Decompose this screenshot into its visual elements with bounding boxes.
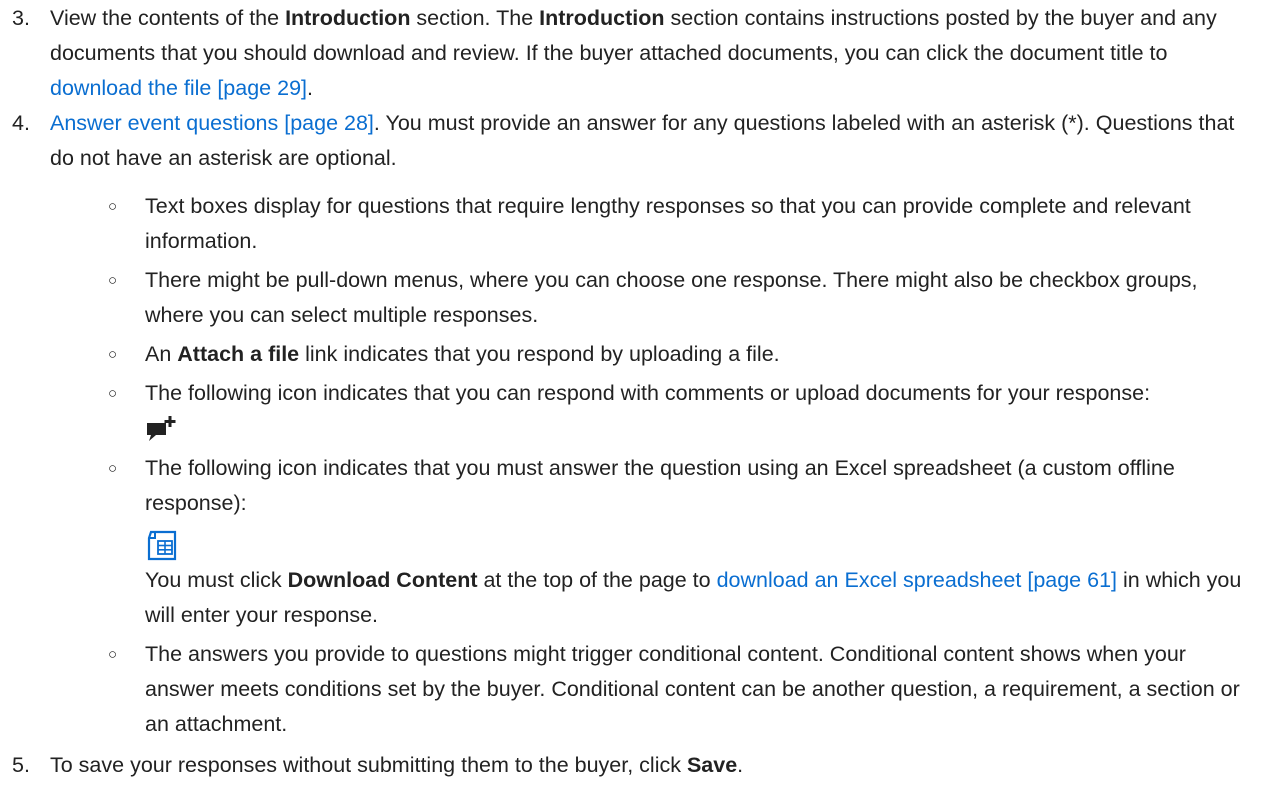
list-item: ○ Text boxes display for questions that … (50, 189, 1253, 259)
step-number: 4. (12, 111, 30, 135)
list-item-text: An (145, 342, 178, 366)
list-item: ○ The following icon indicates that you … (50, 376, 1253, 447)
bullet: ○ (108, 646, 118, 663)
sub-list: ○ Text boxes display for questions that … (50, 189, 1253, 742)
step-text: section. The (410, 6, 540, 30)
list-item: ○ The answers you provide to questions m… (50, 637, 1253, 742)
list-item-text: The following icon indicates that you mu… (145, 456, 1175, 515)
step-text: View the contents of the (50, 6, 286, 30)
spreadsheet-icon (145, 528, 179, 562)
comment-plus-icon (145, 414, 179, 444)
bullet: ○ (108, 460, 118, 477)
step-text: . (307, 76, 313, 100)
download-content-term: Download Content (287, 568, 478, 592)
list-item-text: The following icon indicates that you ca… (145, 381, 1151, 405)
icon-row (145, 527, 1245, 563)
download-excel-spreadsheet-link[interactable]: download an Excel spreadsheet [page 61] (717, 568, 1117, 592)
download-file-link[interactable]: download the file [page 29] (50, 76, 307, 100)
list-item: ○ An Attach a file link indicates that y… (50, 337, 1253, 372)
bullet: ○ (108, 272, 118, 289)
icon-row (145, 411, 1245, 447)
list-item-text: You must click (145, 568, 288, 592)
answer-event-questions-link[interactable]: Answer event questions [page 28] (50, 111, 374, 135)
list-item: ○ The following icon indicates that you … (50, 451, 1253, 633)
download-content-note: You must click Download Content at the t… (145, 563, 1245, 633)
document-page: 3. View the contents of the Introduction… (0, 1, 1261, 783)
step-text: . (737, 753, 744, 777)
step-5: 5. To save your responses without submit… (0, 748, 1261, 783)
bullet: ○ (108, 385, 118, 402)
list-item-text: There might be pull-down menus, where yo… (145, 268, 1198, 327)
step-number: 5. (12, 753, 30, 777)
save-term: Save (686, 753, 738, 777)
list-item-text: The answers you provide to questions mig… (145, 642, 1240, 736)
introduction-term: Introduction (539, 6, 665, 30)
step-3: 3. View the contents of the Introduction… (0, 1, 1261, 106)
introduction-term: Introduction (285, 6, 411, 30)
list-item: ○ There might be pull-down menus, where … (50, 263, 1253, 333)
list-item-text: link indicates that you respond by uploa… (299, 342, 780, 366)
bullet: ○ (108, 198, 118, 215)
list-item-text: Text boxes display for questions that re… (145, 194, 1191, 253)
step-number: 3. (12, 6, 30, 30)
attach-a-file-term: Attach a file (177, 342, 300, 366)
step-4: 4. Answer event questions [page 28]. You… (0, 106, 1261, 742)
step-text: To save your responses without submittin… (50, 753, 687, 777)
bullet: ○ (108, 346, 118, 363)
list-item-text: at the top of the page to (477, 568, 717, 592)
